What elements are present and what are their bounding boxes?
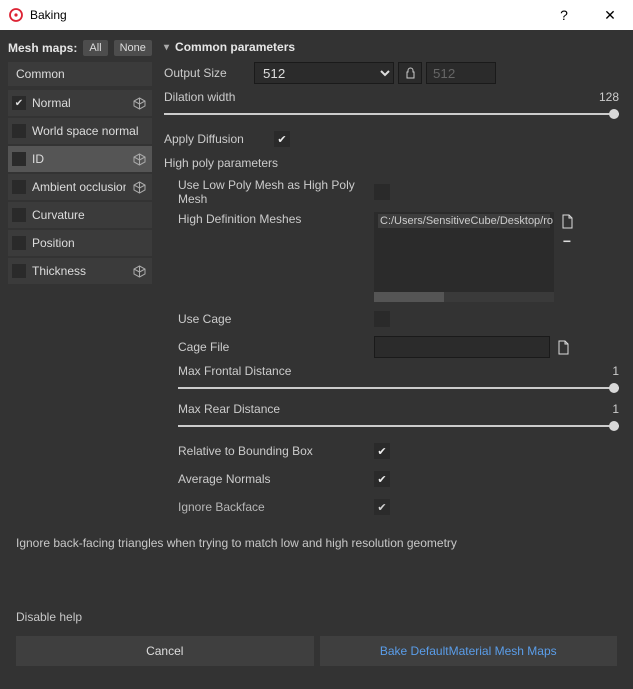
lock-button[interactable] (398, 62, 422, 84)
mesh-item-normal[interactable]: ✔ Normal (8, 90, 152, 116)
mesh-item-checkbox[interactable] (12, 208, 26, 222)
section-header[interactable]: ▾ Common parameters (164, 40, 619, 54)
dilation-value: 128 (599, 90, 619, 104)
mesh-item-label: Thickness (32, 264, 126, 278)
disable-help-link[interactable]: Disable help (16, 610, 617, 624)
footer: Ignore back-facing triangles when trying… (0, 524, 633, 680)
mesh-item-label: Curvature (32, 208, 146, 222)
mesh-map-list: ✔ Normal World space normal ID Ambient occlu… (8, 90, 152, 284)
mesh-item-checkbox[interactable] (12, 180, 26, 194)
window-title: Baking (30, 8, 541, 22)
mesh-maps-label: Mesh maps: (8, 41, 77, 55)
high-poly-header: High poly parameters (164, 156, 619, 170)
avg-normals-checkbox[interactable]: ✔ (374, 471, 390, 487)
max-rear-label: Max Rear Distance (178, 402, 280, 416)
ignore-backface-checkbox[interactable]: ✔ (374, 499, 390, 515)
max-rear-value: 1 (612, 402, 619, 416)
add-file-button[interactable] (558, 212, 576, 230)
cancel-button[interactable]: Cancel (16, 636, 314, 666)
chevron-down-icon: ▾ (164, 42, 169, 53)
cage-file-label: Cage File (178, 340, 374, 354)
app-icon (8, 7, 24, 23)
relative-bbox-checkbox[interactable]: ✔ (374, 443, 390, 459)
use-low-poly-label: Use Low Poly Mesh as High Poly Mesh (178, 178, 374, 206)
section-title: Common parameters (175, 40, 295, 54)
output-size-label: Output Size (164, 66, 254, 80)
mesh-item-position[interactable]: Position (8, 230, 152, 256)
high-def-path: C:/Users/SensitiveCube/Desktop/ro (378, 214, 550, 228)
bake-button[interactable]: Bake DefaultMaterial Mesh Maps (320, 636, 618, 666)
mesh-item-label: World space normal (32, 124, 146, 138)
cage-file-input[interactable] (374, 336, 550, 358)
max-rear-slider[interactable] (178, 420, 619, 432)
apply-diffusion-checkbox[interactable]: ✔ (274, 131, 290, 147)
none-button[interactable]: None (114, 40, 152, 56)
mesh-item-label: Position (32, 236, 146, 250)
max-frontal-value: 1 (612, 364, 619, 378)
cube-icon (132, 96, 146, 110)
close-button[interactable]: ✕ (587, 0, 633, 30)
cube-icon (132, 180, 146, 194)
mesh-item-thickness[interactable]: Thickness (8, 258, 152, 284)
high-def-file-list[interactable]: C:/Users/SensitiveCube/Desktop/ro (374, 212, 554, 302)
mesh-item-label: Ambient occlusion (32, 180, 126, 194)
mesh-item-world-space-normal[interactable]: World space normal (8, 118, 152, 144)
avg-normals-label: Average Normals (178, 472, 374, 486)
remove-file-button[interactable]: − (558, 232, 576, 250)
titlebar: Baking ? ✕ (0, 0, 633, 30)
content-panel: ▾ Common parameters Output Size 512 Dila… (160, 30, 633, 524)
cube-icon (132, 264, 146, 278)
scrollbar-horizontal[interactable] (374, 292, 554, 302)
cube-icon (132, 152, 146, 166)
dilation-slider[interactable] (164, 108, 619, 120)
mesh-item-checkbox[interactable] (12, 152, 26, 166)
sidebar: Mesh maps: All None Common ✔ Normal World … (0, 30, 160, 524)
apply-diffusion-label: Apply Diffusion (164, 132, 274, 146)
use-cage-checkbox[interactable] (374, 311, 390, 327)
mesh-item-checkbox[interactable] (12, 236, 26, 250)
all-button[interactable]: All (83, 40, 107, 56)
use-low-poly-checkbox[interactable] (374, 184, 390, 200)
relative-bbox-label: Relative to Bounding Box (178, 444, 374, 458)
mesh-item-checkbox[interactable]: ✔ (12, 96, 26, 110)
output-size-linked (426, 62, 496, 84)
mesh-item-id[interactable]: ID (8, 146, 152, 172)
high-def-label: High Definition Meshes (178, 212, 374, 226)
output-size-select[interactable]: 512 (254, 62, 394, 84)
dilation-label: Dilation width (164, 90, 235, 104)
use-cage-label: Use Cage (178, 312, 374, 326)
help-button[interactable]: ? (541, 0, 587, 30)
ignore-backface-label: Ignore Backface (178, 500, 374, 514)
mesh-item-ambient-occlusion[interactable]: Ambient occlusion (8, 174, 152, 200)
mesh-item-checkbox[interactable] (12, 264, 26, 278)
browse-cage-button[interactable] (554, 338, 572, 356)
mesh-item-label: Normal (32, 96, 126, 110)
mesh-item-checkbox[interactable] (12, 124, 26, 138)
mesh-item-label: ID (32, 152, 126, 166)
mesh-item-curvature[interactable]: Curvature (8, 202, 152, 228)
sidebar-category[interactable]: Common (8, 62, 152, 86)
hint-text: Ignore back-facing triangles when trying… (16, 536, 617, 550)
max-frontal-label: Max Frontal Distance (178, 364, 291, 378)
max-frontal-slider[interactable] (178, 382, 619, 394)
